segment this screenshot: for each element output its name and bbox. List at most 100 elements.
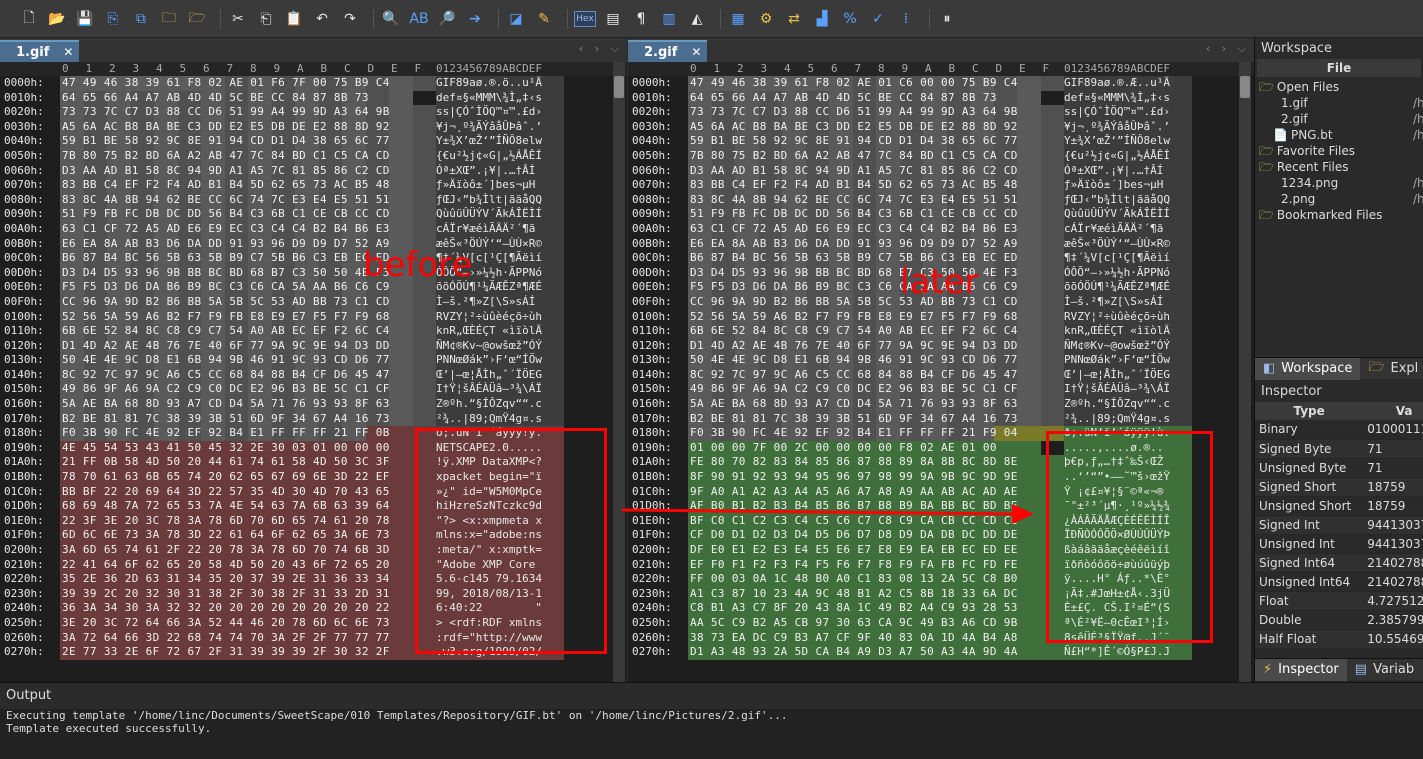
save-icon[interactable]: 💾 [74, 8, 96, 30]
hex-row[interactable]: 00B0h: E6 EA 8A AB B3 D6 DA DD 91 93 96 D… [628, 236, 1254, 252]
hex-row[interactable]: 0000h: 47 49 46 38 39 61 F8 02 AE 01 C6 0… [628, 76, 1254, 91]
inspector-row[interactable]: Signed Int944130375 [1255, 515, 1423, 535]
tab-inspector[interactable]: ⚡ Inspector [1255, 658, 1347, 681]
row-hex[interactable]: 52 56 5A 59 A6 B2 F7 F9 FB E8 E9 E7 F5 F… [62, 310, 390, 325]
row-text[interactable]: RVZY¦²÷ùûèéçõ÷ùh [1064, 310, 1192, 325]
row-text[interactable]: def¤§«MMM\¾Ì„‡‹s [1064, 91, 1192, 106]
close-icon[interactable]: ✕ [691, 45, 701, 59]
row-hex[interactable]: 59 B1 BE 58 92 9C 8E 91 94 CD D1 D4 38 6… [690, 134, 1018, 149]
inspector-row[interactable]: Double2.3857999 [1255, 610, 1423, 630]
tools-icon[interactable]: ⚙ [755, 8, 777, 30]
hex-row[interactable]: 0000h: 47 49 46 38 39 61 F8 02 AE 01 F6 7… [0, 76, 627, 91]
hex-row[interactable]: 0170h: B2 BE 81 81 7C 38 39 3B 51 6D 9F 3… [0, 411, 627, 427]
row-hex[interactable]: 5A AE BA 68 8D 93 A7 CD D4 5A 71 76 93 9… [62, 397, 390, 412]
row-hex[interactable]: FF 00 03 0A 1C 48 B0 A0 C1 83 08 13 2A 5… [690, 572, 1018, 587]
row-hex[interactable]: EF F0 F1 F2 F3 F4 F5 F6 F7 F8 F9 FA FB F… [690, 558, 1018, 573]
row-text[interactable]: Œ’|—œ¦ÅÌh„ˆ´ÏÖEG [436, 368, 564, 383]
row-text[interactable]: {€u²½j¢«G|„½ÁÅÊÍ [436, 149, 564, 164]
row-hex[interactable]: 63 C1 CF 72 A5 AD E6 E9 EC C3 C4 C4 B2 B… [62, 222, 390, 237]
row-hex[interactable]: 9F A0 A1 A2 A3 A4 A5 A6 A7 A8 A9 AA AB A… [690, 485, 1018, 500]
row-hex[interactable]: F5 F5 D3 D6 DA B6 B9 BC C3 C6 CA 5A AA B… [62, 280, 390, 295]
row-hex[interactable]: A1 C3 87 10 23 4A 9C 48 B1 A2 C5 8B 18 3… [690, 587, 1018, 602]
hex-row[interactable]: 0040h: 59 B1 BE 58 92 9C 8E 91 94 CD D1 D… [0, 134, 627, 149]
hex-row[interactable]: 00E0h: F5 F5 D3 D6 DA B6 B9 BC C3 C6 CA 5… [0, 280, 627, 295]
open-file-icon[interactable]: 📂 [46, 8, 68, 30]
row-hex[interactable]: E6 EA 8A AB B3 D6 DA DD 91 93 96 D9 D9 D… [690, 237, 1018, 252]
row-text[interactable]: ÑM¢®Kv~@owšœž”ÓÝ [436, 339, 564, 354]
scroll-thumb[interactable] [614, 76, 624, 98]
row-hex[interactable]: F0 3B 90 FC 4E 92 EF 92 B4 E1 FF FF FF 2… [62, 426, 390, 441]
hex-row[interactable]: 0140h: 8C 92 7C 97 9C A6 C5 CC 68 84 88 B… [0, 367, 627, 383]
row-hex[interactable]: 5A AE BA 68 8D 93 A7 CD D4 5A 71 76 93 9… [690, 397, 1018, 412]
tree-item[interactable]: 🗁 Recent Files [1255, 159, 1423, 175]
tree-item[interactable]: 📄PNG.bt/ho [1255, 127, 1423, 143]
hex-row[interactable]: 00F0h: CC 96 9A 9D B2 B6 BB 5A 5B 5C 53 A… [0, 294, 627, 310]
hex-row[interactable]: 0060h: D3 AA AD B1 58 8C 94 9D A1 A5 7C 8… [0, 163, 627, 179]
hex-row[interactable]: 0030h: A5 6A AC B8 BA BE C3 DD E2 E5 DB D… [0, 119, 627, 135]
row-text[interactable]: GIF89aø.®.ö..u¹Ä [436, 76, 564, 91]
vertical-scrollbar[interactable] [613, 62, 625, 682]
inspector-row[interactable]: Unsigned Int64214027880 [1255, 572, 1423, 592]
row-hex[interactable]: C8 B1 A3 C7 8F 20 43 8A 1C 49 B2 A4 C9 9… [690, 601, 1018, 616]
save-all-icon[interactable]: ⧉ [130, 8, 152, 30]
row-text[interactable]: I†Ÿ¦šÂÉÀÜâ–³¾\ÁÏ [436, 382, 564, 397]
vertical-scrollbar[interactable] [1239, 62, 1251, 682]
close-icon[interactable]: ✕ [63, 45, 73, 59]
row-hex[interactable]: 8C 92 7C 97 9C A6 C5 CC 68 84 88 B4 CF D… [690, 368, 1018, 383]
row-text[interactable]: õõÓÖÚ¶¹¼ÃÆÊZª¶ÆÉ [1064, 280, 1192, 295]
row-hex[interactable]: 49 86 9F A6 9A C2 C9 C0 DC E2 96 B3 BE 5… [690, 382, 1018, 397]
row-text[interactable]: Y±¾X’œŽ‘”ÍÑÔ8elw [1064, 134, 1192, 149]
row-hex[interactable]: E6 EA 8A AB B3 D6 DA DD 91 93 96 D9 D9 D… [62, 237, 390, 252]
row-text[interactable]: Óª­±XŒ”.¡¥|.…†ÂÍ [436, 164, 564, 179]
row-text[interactable]: ¥j¬¸º¾ÃÝâåÛÞâˆ.’ [436, 120, 564, 135]
save-as-icon[interactable]: ⎘ [102, 8, 124, 30]
highlight-icon[interactable]: ◭ [686, 8, 708, 30]
row-hex[interactable]: AA 5C C9 B2 A5 CB 97 30 63 CA 9C 49 B3 A… [690, 616, 1018, 631]
row-hex[interactable]: FE 80 70 82 83 84 85 86 87 88 89 8A 8B 8… [690, 455, 1018, 470]
row-hex[interactable]: 50 4E 4E 9C D8 E1 6B 94 9B 46 91 9C 93 C… [62, 353, 390, 368]
find-in-files-icon[interactable]: 🔎 [436, 8, 458, 30]
open-folder-icon[interactable]: 🗁 [186, 8, 208, 30]
calculator-icon[interactable]: ▦ [727, 8, 749, 30]
row-hex[interactable]: 6B 6E 52 84 8C C8 C9 C7 54 A0 AB EC EF F… [690, 324, 1018, 339]
hex-row[interactable]: 0110h: 6B 6E 52 84 8C C8 C9 C7 54 A0 AB E… [628, 324, 1254, 339]
row-hex[interactable]: A5 6A AC B8 BA BE C3 DD E2 E5 DB DE E2 8… [690, 120, 1018, 135]
row-hex[interactable]: 83 8C 4A 8B 94 62 BE CC 6C 74 7C E3 E4 E… [690, 193, 1018, 208]
row-text[interactable]: PNNœØák”›F‘œ“ÍÖw [1064, 353, 1192, 368]
redo-icon[interactable]: ↷ [339, 8, 361, 30]
inspector-row[interactable]: Signed Byte 71 [1255, 439, 1423, 459]
tab-nav-arrows[interactable]: ‹ › ⌵ [1206, 42, 1250, 56]
hex-row[interactable]: 0130h: 50 4E 4E 9C D8 E1 6B 94 9B 46 91 9… [628, 353, 1254, 368]
tree-item[interactable]: 1.gif/ho [1255, 95, 1423, 111]
row-hex[interactable]: 51 F9 FB FC DB DC DD 56 B4 C3 6B C1 CE C… [62, 207, 390, 222]
scroll-thumb[interactable] [1240, 76, 1250, 98]
undo-icon[interactable]: ↶ [311, 8, 333, 30]
row-hex[interactable]: F0 3B 90 FC 4E 92 EF 92 B4 E1 FF FF FF 2… [690, 426, 1018, 441]
row-hex[interactable]: B2 BE 81 81 7C 38 39 3B 51 6D 9F 34 67 A… [690, 412, 1018, 427]
compare-icon[interactable]: ⇄ [783, 8, 805, 30]
row-hex[interactable]: D1 4D A2 AE 4B 76 7E 40 6F 77 9A 9C 9E 9… [690, 339, 1018, 354]
hex-row[interactable]: 0010h: 64 65 66 A4 A7 AB 4D 4D 5C BE CC 8… [0, 90, 627, 106]
row-hex[interactable]: 36 3A 34 30 3A 32 32 20 20 20 20 20 20 2… [62, 601, 390, 616]
row-text[interactable]: ƒ»Äïòô­±´]bes¬µH [436, 178, 564, 193]
hex-row[interactable]: 0050h: 7B 80 75 B2 BD 6A A2 AB 47 7C 84 B… [0, 148, 627, 164]
bookmark-icon[interactable]: ◪ [505, 8, 527, 30]
cut-icon[interactable]: ✂ [227, 8, 249, 30]
hex-row[interactable]: 0030h: A5 6A AC B8 BA BE C3 DD E2 E5 DB D… [628, 119, 1254, 135]
row-hex[interactable]: 7B 80 75 B2 BD 6A A2 AB 47 7C 84 BD C1 C… [690, 149, 1018, 164]
tab-2-gif[interactable]: 2.gif ✕ [628, 40, 708, 62]
hex-row[interactable]: 0270h: D1 A3 48 93 2A 5D CA B4 A9 D3 A7 5… [628, 645, 1254, 660]
row-text[interactable]: Ì–š.²¶»Z[\S­»sÁÍ [1064, 295, 1192, 310]
tab-nav-arrows[interactable]: ‹ › ⌵ [579, 42, 623, 56]
row-hex[interactable]: 47 49 46 38 39 61 F8 02 AE 01 F6 7F 00 7… [62, 76, 390, 91]
base-convert-icon[interactable]: ⁞ [895, 8, 917, 30]
row-hex[interactable]: 83 BB C4 EF F2 F4 AD B1 B4 5D 62 65 73 A… [62, 178, 390, 193]
row-text[interactable]: Ñ£H“*]Ê´©Ó§P£J.J [1064, 645, 1192, 660]
tree-item[interactable]: 2.gif/ho [1255, 111, 1423, 127]
row-text[interactable]: Ì–š.²¶»Z[\S­»sÁÍ [436, 295, 564, 310]
hex-row[interactable]: 0150h: 49 86 9F A6 9A C2 C9 C0 DC E2 96 B… [0, 382, 627, 398]
row-hex[interactable]: 3A 6D 65 74 61 2F 22 20 78 3A 78 6D 70 7… [62, 543, 390, 558]
row-hex[interactable]: D3 AA AD B1 58 8C 94 9D A1 A5 7C 81 85 8… [62, 164, 390, 179]
row-text[interactable]: ƒŒJ‹”b¾Ìlt|ãäåQQ [1064, 193, 1192, 208]
row-text[interactable]: ÑM¢®Kv~@owšœž”ÓÝ [1064, 339, 1192, 354]
